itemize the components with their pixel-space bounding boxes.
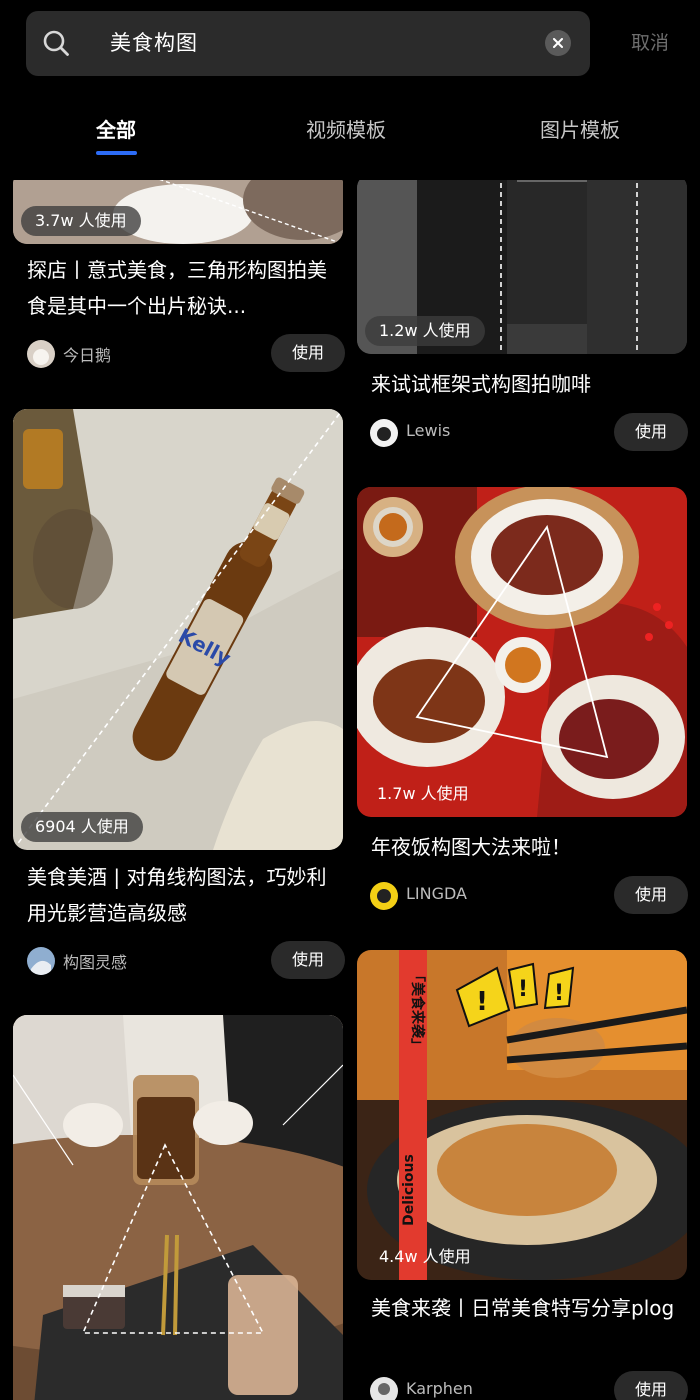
usage-count-badge: 3.7w 人使用 [21, 206, 141, 236]
banner-text-bottom: Delicious [401, 1154, 417, 1226]
new-year-dinner-photo [357, 487, 687, 817]
card-title: 来试试框架式构图拍咖啡 [371, 372, 591, 396]
usage-count-badge: 1.2w 人使用 [365, 316, 485, 346]
usage-count-badge: 6904 人使用 [21, 812, 143, 842]
beer-bottle-photo: Kelly [13, 409, 343, 850]
card-thumbnail[interactable]: 1.2w 人使用 [357, 180, 687, 354]
author-name[interactable]: Lewis [406, 421, 450, 440]
card-thumbnail[interactable]: 「美食来袭」 Delicious ! ! ! 4.4w 人使用 [357, 950, 687, 1280]
author-name[interactable]: 今日鹅 [63, 342, 111, 366]
fried-chicken-photo: 「美食来袭」 Delicious ! ! ! [357, 950, 687, 1280]
card-thumbnail[interactable]: 1.7w 人使用 [357, 487, 687, 817]
tab-image-templates[interactable]: 图片模板 [540, 114, 620, 143]
card-thumbnail[interactable]: 3.7w 人使用 [13, 180, 343, 244]
usage-count-badge: 4.4w 人使用 [379, 1247, 471, 1266]
card-author-row: Karphen 使用 [370, 1371, 688, 1400]
search-input[interactable]: 美食构图 [110, 27, 198, 60]
card-title: 美食美酒 | 对角线构图法，巧妙利用光影营造高级感 [27, 865, 327, 925]
use-template-button[interactable]: 使用 [271, 941, 345, 979]
svg-text:!: ! [554, 981, 564, 1006]
author-name[interactable]: 构图灵感 [63, 949, 127, 973]
search-icon [43, 30, 69, 56]
card-thumbnail[interactable]: Kelly 6904 人使用 [13, 409, 343, 850]
card-author-row: 今日鹅 使用 [27, 334, 345, 374]
card-title: 年夜饭构图大法来啦！ [371, 835, 571, 859]
tab-all[interactable]: 全部 [96, 114, 136, 143]
search-bar[interactable]: 美食构图 [26, 11, 590, 76]
avatar [27, 340, 55, 368]
banner-text-top: 「美食来袭」 [409, 968, 426, 1052]
card-thumbnail[interactable] [13, 1015, 343, 1400]
author-name[interactable]: Karphen [406, 1379, 473, 1398]
cancel-button[interactable]: 取消 [631, 28, 669, 55]
clear-search-button[interactable] [545, 30, 571, 56]
tab-video-templates[interactable]: 视频模板 [306, 114, 386, 143]
author-name[interactable]: LINGDA [406, 884, 467, 903]
card-title: 美食来袭丨日常美食特写分享plog [371, 1296, 675, 1320]
avatar [370, 882, 398, 910]
use-template-button[interactable]: 使用 [614, 876, 688, 914]
use-template-button[interactable]: 使用 [614, 1371, 688, 1400]
close-icon [553, 38, 563, 48]
card-author-row: Lewis 使用 [370, 413, 688, 453]
avatar [370, 1377, 398, 1400]
use-template-button[interactable]: 使用 [271, 334, 345, 372]
card-author-row: LINGDA 使用 [370, 876, 688, 916]
svg-text:!: ! [476, 987, 488, 1017]
coffee-dessert-photo [13, 1015, 343, 1400]
avatar [27, 947, 55, 975]
tab-active-indicator [96, 151, 137, 155]
template-feed[interactable]: 3.7w 人使用 探店丨意式美食，三角形构图拍美食是其中一个出片秘诀... 今日… [0, 180, 700, 1400]
avatar [370, 419, 398, 447]
usage-count-badge: 1.7w 人使用 [377, 784, 469, 803]
svg-text:!: ! [518, 977, 528, 1002]
use-template-button[interactable]: 使用 [614, 413, 688, 451]
card-title: 探店丨意式美食，三角形构图拍美食是其中一个出片秘诀... [27, 258, 327, 318]
card-author-row: 构图灵感 使用 [27, 941, 345, 981]
